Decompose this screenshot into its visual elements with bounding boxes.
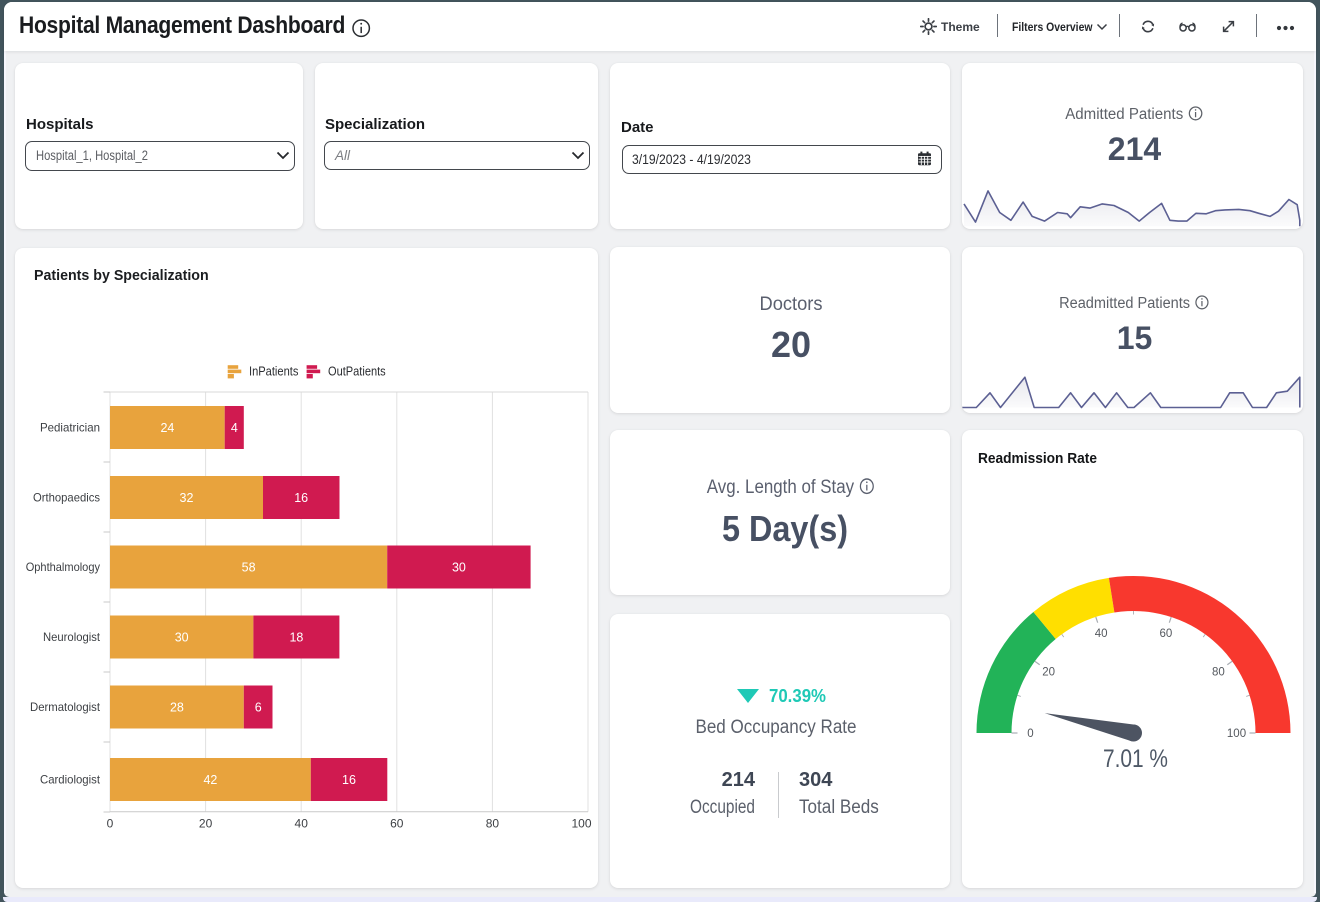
svg-text:16: 16 [294, 491, 308, 505]
svg-text:100: 100 [1227, 728, 1246, 740]
svg-text:4: 4 [231, 421, 238, 435]
svg-text:30: 30 [175, 631, 189, 645]
svg-text:Cardiologist: Cardiologist [40, 773, 101, 787]
svg-text:28: 28 [170, 701, 184, 715]
svg-text:42: 42 [203, 773, 217, 787]
svg-text:40: 40 [295, 817, 309, 831]
svg-text:60: 60 [390, 817, 404, 831]
svg-text:80: 80 [1212, 666, 1225, 678]
svg-text:18: 18 [289, 631, 303, 645]
svg-text:Dermatologist: Dermatologist [30, 700, 101, 714]
svg-text:30: 30 [452, 561, 466, 575]
svg-text:6: 6 [255, 701, 262, 715]
svg-text:24: 24 [160, 421, 174, 435]
svg-text:16: 16 [342, 773, 356, 787]
svg-text:32: 32 [180, 491, 194, 505]
svg-text:Ophthalmology: Ophthalmology [26, 560, 100, 574]
svg-text:InPatients: InPatients [249, 365, 298, 379]
svg-text:40: 40 [1095, 628, 1108, 640]
svg-text:20: 20 [199, 817, 213, 831]
svg-text:0: 0 [107, 817, 114, 831]
svg-text:58: 58 [242, 561, 256, 575]
svg-text:80: 80 [486, 817, 500, 831]
svg-text:OutPatients: OutPatients [328, 365, 386, 379]
svg-text:60: 60 [1160, 628, 1173, 640]
svg-text:Neurologist: Neurologist [43, 630, 101, 644]
svg-text:100: 100 [571, 817, 591, 831]
svg-text:20: 20 [1042, 666, 1055, 678]
svg-text:Orthopaedics: Orthopaedics [33, 491, 100, 505]
svg-text:Pediatrician: Pediatrician [40, 421, 100, 435]
svg-text:0: 0 [1027, 728, 1033, 740]
